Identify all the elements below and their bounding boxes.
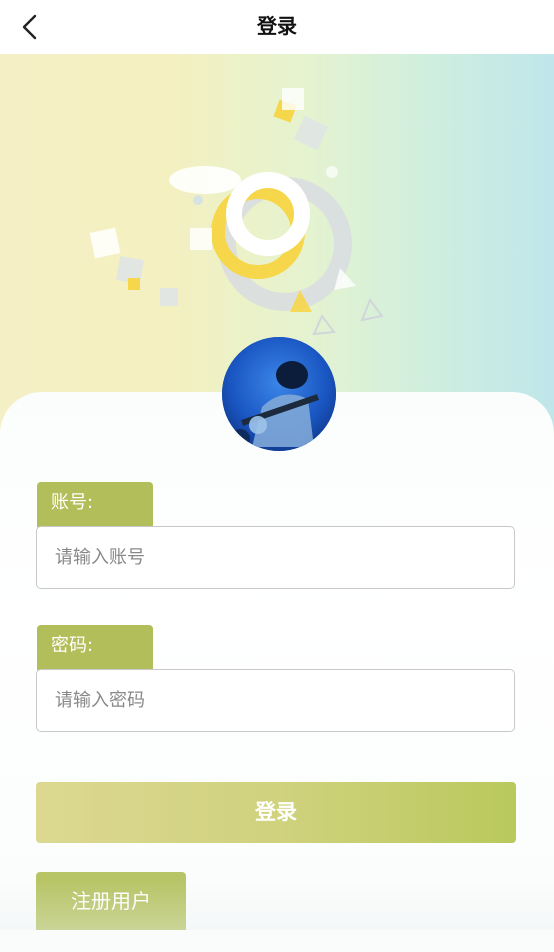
avatar (222, 337, 336, 451)
page-title: 登录 (257, 14, 297, 38)
register-button[interactable]: 注册用户 (36, 872, 186, 930)
nav-bar: 登录 (0, 0, 554, 54)
password-label: 密码: (37, 625, 153, 670)
avatar-image (222, 337, 336, 451)
account-input[interactable] (36, 526, 515, 589)
account-label: 账号: (37, 482, 153, 527)
password-input[interactable] (36, 669, 515, 732)
login-button[interactable]: 登录 (36, 782, 516, 843)
